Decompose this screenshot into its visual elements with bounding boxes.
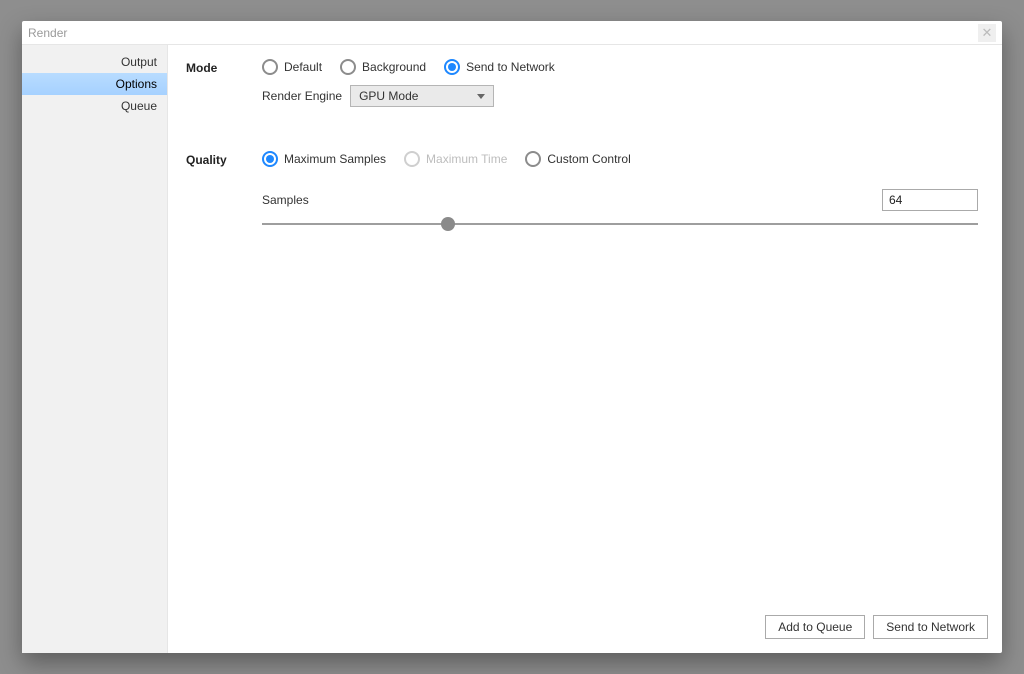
- sidebar: Output Options Queue: [22, 45, 168, 653]
- radio-icon: [525, 151, 541, 167]
- titlebar: Render ✕: [22, 21, 1002, 45]
- quality-section-content: Maximum Samples Maximum Time Custom Cont…: [262, 151, 984, 231]
- radio-mode-network[interactable]: Send to Network: [444, 59, 555, 75]
- radio-label: Background: [362, 60, 426, 74]
- window-title: Render: [28, 26, 67, 40]
- render-engine-select[interactable]: GPU Mode: [350, 85, 494, 107]
- sidebar-item-label: Queue: [121, 99, 157, 113]
- sidebar-item-options[interactable]: Options: [22, 73, 167, 95]
- samples-label: Samples: [262, 193, 309, 207]
- mode-section: Mode Default Background Send: [168, 45, 1002, 107]
- radio-label: Maximum Time: [426, 152, 507, 166]
- quality-radio-row: Maximum Samples Maximum Time Custom Cont…: [262, 151, 984, 167]
- radio-label: Default: [284, 60, 322, 74]
- mode-radio-row: Default Background Send to Network: [262, 59, 984, 75]
- radio-label: Maximum Samples: [284, 152, 386, 166]
- slider-track-line: [262, 223, 978, 225]
- radio-icon: [262, 59, 278, 75]
- radio-mode-default[interactable]: Default: [262, 59, 322, 75]
- samples-input[interactable]: [882, 189, 978, 211]
- footer-buttons: Add to Queue Send to Network: [765, 615, 988, 639]
- dialog-body: Output Options Queue Mode Default: [22, 45, 1002, 653]
- quality-section-label: Quality: [186, 151, 262, 231]
- radio-label: Send to Network: [466, 60, 555, 74]
- radio-quality-max-samples[interactable]: Maximum Samples: [262, 151, 386, 167]
- select-value: GPU Mode: [359, 89, 418, 103]
- engine-label: Render Engine: [262, 89, 342, 103]
- radio-label: Custom Control: [547, 152, 630, 166]
- slider-handle[interactable]: [441, 217, 455, 231]
- engine-row: Render Engine GPU Mode: [262, 85, 984, 107]
- close-icon: ✕: [982, 25, 993, 41]
- radio-icon: [340, 59, 356, 75]
- sidebar-item-label: Output: [121, 55, 157, 69]
- samples-slider[interactable]: [262, 217, 978, 231]
- close-button[interactable]: ✕: [978, 24, 996, 42]
- radio-quality-custom[interactable]: Custom Control: [525, 151, 630, 167]
- samples-header: Samples: [262, 189, 978, 211]
- quality-section: Quality Maximum Samples Maximum Time: [168, 137, 1002, 231]
- radio-mode-background[interactable]: Background: [340, 59, 426, 75]
- radio-quality-max-time: Maximum Time: [404, 151, 507, 167]
- radio-icon: [444, 59, 460, 75]
- add-to-queue-button[interactable]: Add to Queue: [765, 615, 865, 639]
- sidebar-item-label: Options: [116, 77, 157, 91]
- render-dialog: Render ✕ Output Options Queue Mode: [22, 21, 1002, 653]
- mode-section-label: Mode: [186, 59, 262, 107]
- samples-block: Samples: [262, 189, 984, 231]
- main-panel: Mode Default Background Send: [168, 45, 1002, 653]
- sidebar-item-output[interactable]: Output: [22, 51, 167, 73]
- chevron-down-icon: [477, 94, 485, 99]
- radio-icon: [404, 151, 420, 167]
- sidebar-item-queue[interactable]: Queue: [22, 95, 167, 117]
- send-to-network-button[interactable]: Send to Network: [873, 615, 988, 639]
- mode-section-content: Default Background Send to Network Rende…: [262, 59, 984, 107]
- radio-icon: [262, 151, 278, 167]
